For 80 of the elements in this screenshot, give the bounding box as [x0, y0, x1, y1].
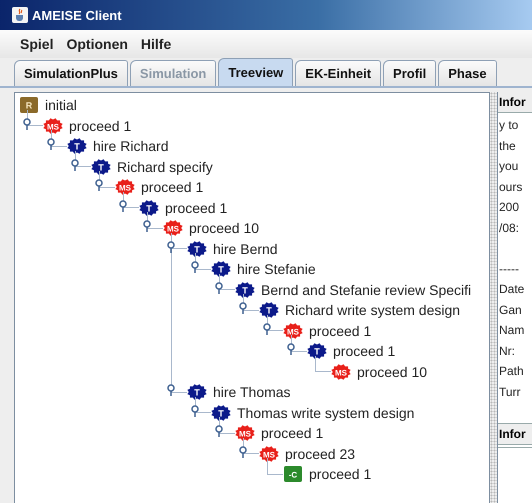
info-line: Nr: — [498, 342, 516, 360]
milestone-icon: MS — [283, 322, 303, 339]
milestone-icon: MS — [43, 118, 63, 134]
tree-node-label[interactable]: proceed 1 — [165, 200, 228, 216]
coffee-cup-icon — [12, 7, 28, 23]
milestone-icon: MS — [235, 425, 255, 442]
window-title: AMEISE Client — [32, 8, 122, 22]
tree-node-label[interactable]: proceed 1 — [69, 118, 132, 134]
info-heading: Infor — [498, 424, 532, 444]
tree-node-label[interactable]: proceed 1 — [309, 466, 372, 482]
task-icon: T — [211, 404, 231, 421]
expand-handle-icon[interactable] — [69, 158, 81, 170]
info-line: Nam — [498, 322, 526, 339]
info-line: the — [498, 138, 517, 154]
expand-handle-icon[interactable] — [165, 240, 177, 252]
tree-node-label[interactable]: proceed 1 — [309, 322, 372, 339]
task-icon: T — [211, 261, 231, 278]
tab[interactable]: Treeview — [218, 58, 294, 86]
info-line: Gan — [498, 302, 523, 318]
info-line: Date — [498, 281, 526, 298]
splitter-handle[interactable] — [490, 92, 497, 503]
info-line: Turr — [498, 384, 522, 400]
tree-node-label[interactable]: hire Stefanie — [237, 261, 316, 278]
expand-handle-icon[interactable] — [117, 200, 129, 212]
milestone-icon: MS — [163, 220, 183, 236]
task-icon: T — [235, 282, 255, 298]
info-line: ours — [498, 178, 524, 196]
info-line: /08: — [498, 220, 520, 236]
task-icon: T — [67, 138, 87, 154]
tab[interactable]: Phase — [438, 60, 497, 86]
root-icon: R — [19, 97, 39, 114]
info-line: ----- — [498, 260, 520, 278]
info-line: y to — [498, 117, 520, 134]
info-line: Path — [498, 363, 525, 380]
expand-handle-icon[interactable] — [237, 302, 249, 314]
expand-handle-icon[interactable] — [189, 404, 201, 416]
tree-node-label[interactable]: Richard specify — [117, 158, 213, 175]
check-icon: -C — [283, 466, 303, 482]
tree-node-label[interactable]: initial — [45, 97, 77, 114]
task-icon: T — [187, 384, 207, 400]
tree-node-label[interactable]: proceed 1 — [333, 343, 396, 360]
tree-node-label[interactable]: proceed 10 — [189, 220, 260, 236]
info-heading: Infor — [498, 92, 532, 113]
expand-handle-icon[interactable] — [213, 425, 225, 437]
milestone-icon: MS — [115, 179, 135, 196]
expand-handle-icon[interactable] — [45, 138, 57, 150]
task-icon: T — [91, 158, 111, 175]
tab[interactable]: Profil — [383, 60, 436, 86]
expand-handle-icon[interactable] — [213, 282, 225, 294]
info-line: you — [498, 158, 520, 175]
expand-handle-icon[interactable] — [165, 384, 177, 396]
tree-node-label[interactable]: proceed 1 — [141, 179, 204, 196]
tree-node-label[interactable]: proceed 23 — [285, 446, 356, 462]
tree-node-label[interactable]: proceed 1 — [261, 425, 324, 442]
tree-node-label[interactable]: hire Richard — [93, 138, 168, 154]
task-icon: T — [187, 240, 207, 257]
expand-handle-icon[interactable] — [261, 322, 273, 334]
expand-handle-icon[interactable] — [93, 179, 105, 191]
tree-node-label[interactable]: hire Thomas — [213, 384, 291, 400]
tree-node-label[interactable]: Bernd and Stefanie review Specifi — [261, 282, 472, 298]
tab[interactable]: EK-Einheit — [295, 60, 382, 86]
task-icon: T — [307, 343, 327, 360]
menu-item[interactable]: Spiel — [20, 36, 54, 52]
menu-item[interactable]: Hilfe — [140, 36, 172, 52]
expand-handle-icon[interactable] — [285, 343, 297, 355]
info-line: 200 — [498, 199, 520, 216]
menu-item[interactable]: Optionen — [66, 36, 128, 52]
expand-handle-icon[interactable] — [189, 261, 201, 273]
task-icon: T — [139, 200, 159, 216]
milestone-icon: MS — [259, 446, 279, 462]
expand-handle-icon[interactable] — [21, 118, 33, 130]
milestone-icon: MS — [331, 364, 351, 380]
tree-node-label[interactable]: hire Bernd — [213, 240, 278, 257]
task-icon: T — [259, 302, 279, 318]
tree-node-label[interactable]: proceed 10 — [357, 364, 428, 380]
tab[interactable]: SimulationPlus — [14, 60, 128, 86]
tree-node-label[interactable]: Richard write system design — [285, 302, 460, 318]
expand-handle-icon[interactable] — [141, 220, 153, 232]
expand-handle-icon[interactable] — [237, 446, 249, 458]
tree-node-label[interactable]: Thomas write system design — [237, 404, 414, 421]
